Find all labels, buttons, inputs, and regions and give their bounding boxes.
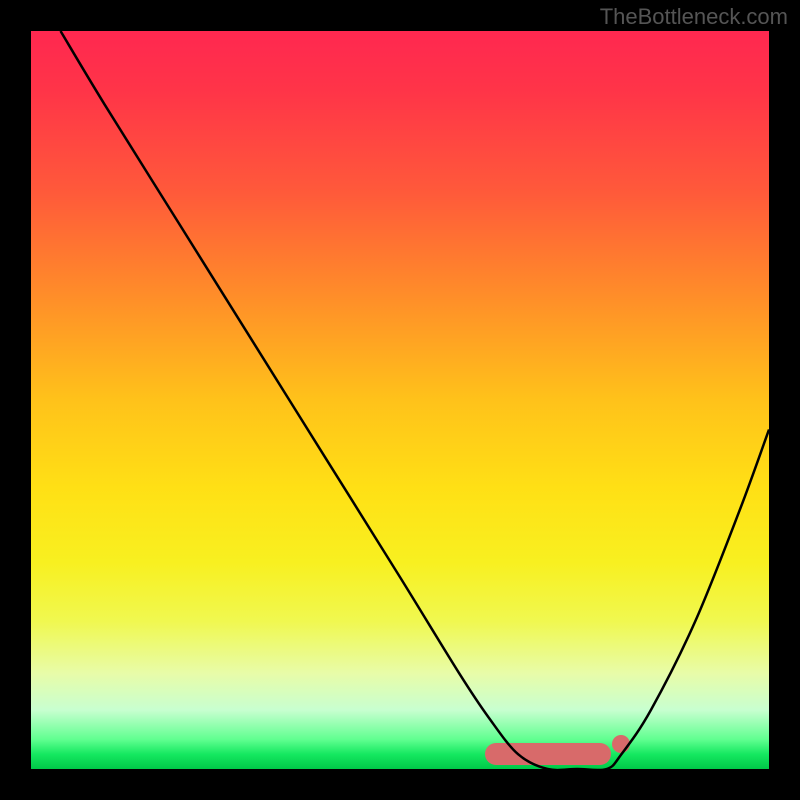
watermark-text: TheBottleneck.com — [600, 4, 788, 30]
bottleneck-curve — [31, 31, 769, 769]
bottleneck-chart — [31, 31, 769, 769]
